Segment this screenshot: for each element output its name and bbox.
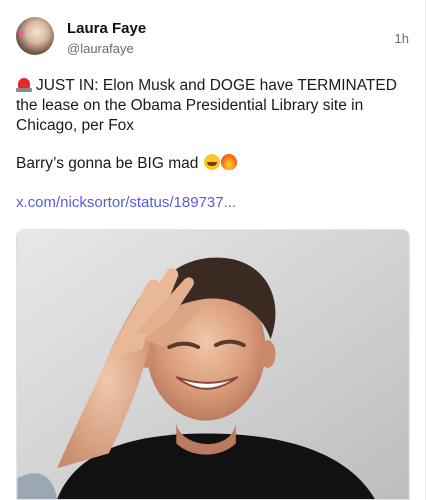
post-text-line-2: the lease on the Obama Presidential Libr… [16,97,364,114]
post-text: JUST IN: Elon Musk and DOGE have TERMINA… [16,76,412,136]
post-text-line-4: Barry’s gonna be BIG mad [16,155,199,172]
post-image[interactable] [16,229,410,500]
post-text-paragraph-2: Barry’s gonna be BIG mad [16,154,237,174]
avatar[interactable]: ♥ [16,17,54,55]
fire-emoji-icon [220,154,237,170]
author-name[interactable]: Laura Faye [67,20,146,37]
post-timestamp[interactable]: 1h [395,31,409,46]
post-text-line-1: JUST IN: Elon Musk and DOGE have TERMINA… [16,76,412,96]
author-handle[interactable]: @laurafaye [67,41,134,56]
post-card[interactable]: ♥ Laura Faye @laurafaye 1h JUST IN: Elon… [0,0,426,500]
post-text-line-3: Chicago, per Fox [16,117,135,134]
laughing-emoji-icon [203,154,220,170]
post-link[interactable]: x.com/nicksortor/status/189737... [16,194,236,211]
police-light-icon [16,76,32,92]
post-text-line-1-text: JUST IN: Elon Musk and DOGE have TERMINA… [36,77,397,94]
photo-illustration [17,230,409,499]
heart-icon: ♥ [18,29,24,40]
